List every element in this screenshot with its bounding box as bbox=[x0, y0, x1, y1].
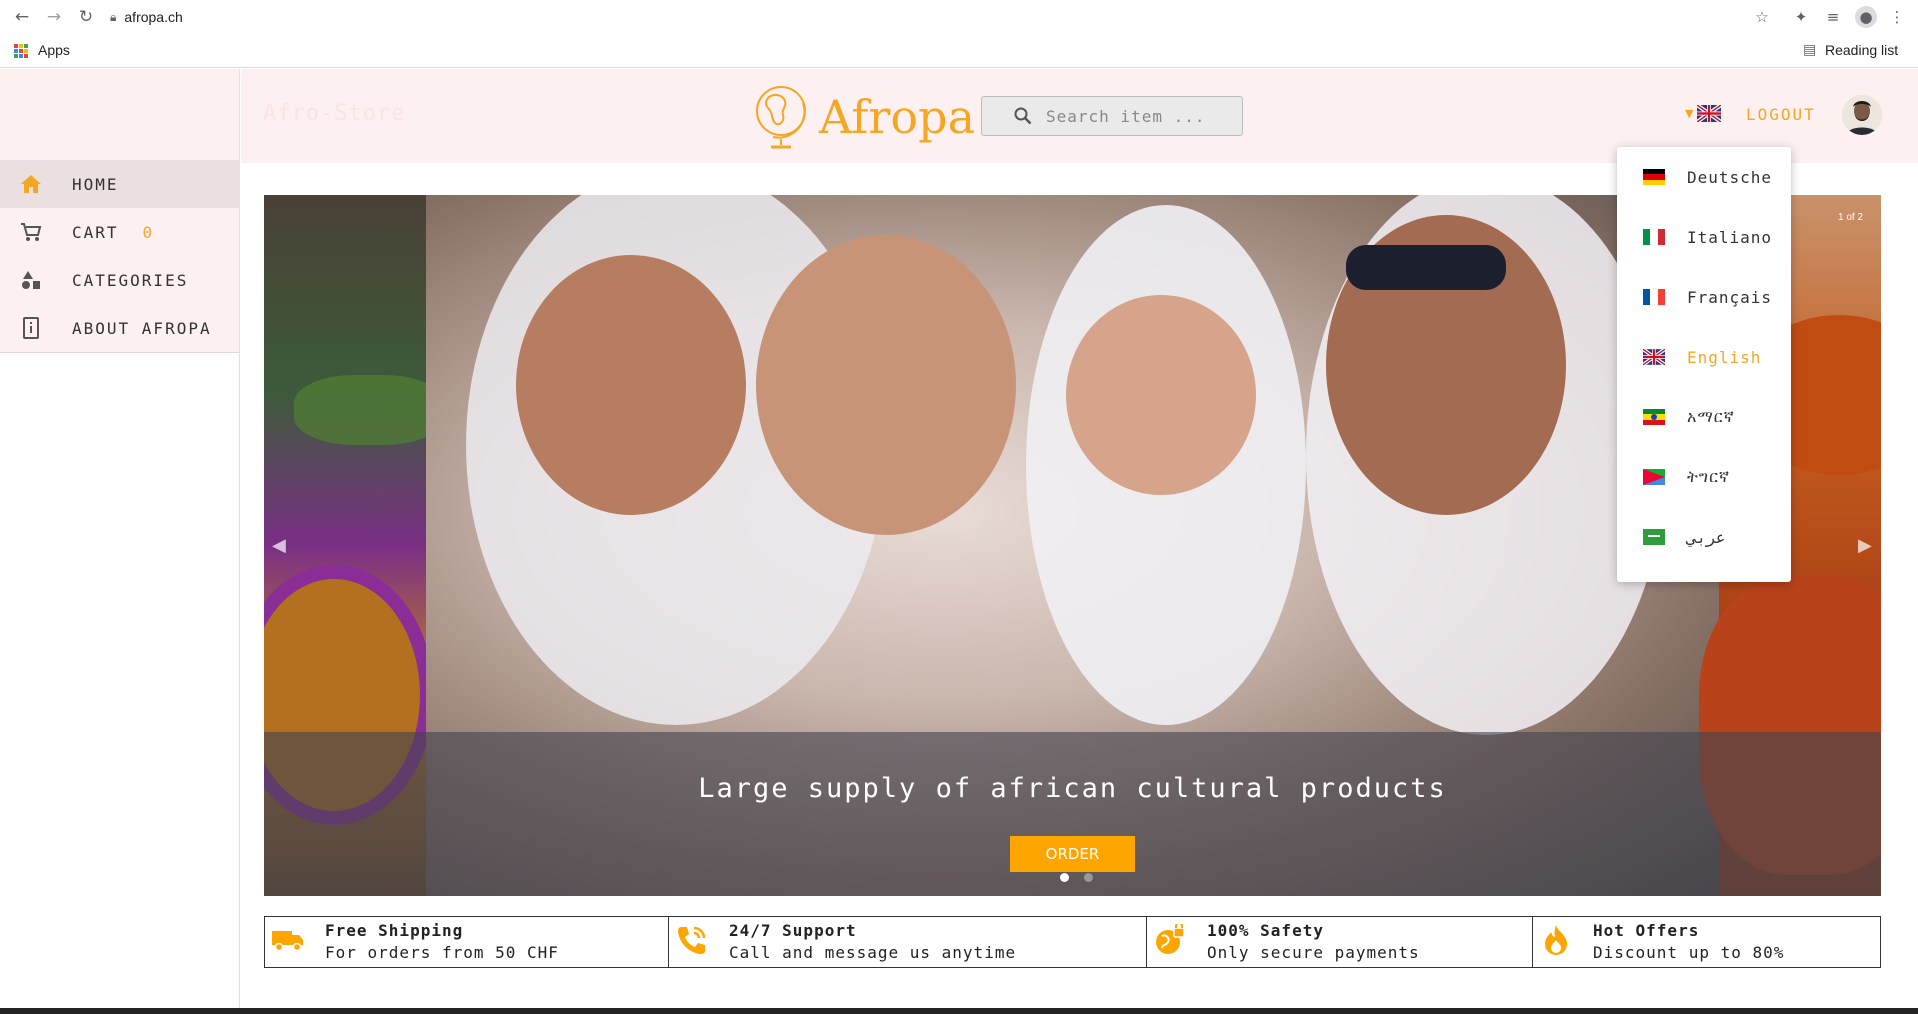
menu-icon[interactable]: ⋮ bbox=[1886, 6, 1908, 28]
logo-text: Afropa bbox=[819, 90, 975, 144]
flame-icon bbox=[1539, 923, 1573, 957]
bookmark-star-icon[interactable]: ☆ bbox=[1751, 6, 1773, 28]
sidebar: HOME CART 0 CATEGORIES ABOUT AFROPA bbox=[0, 69, 240, 1014]
feature-offers: Hot Offers Discount up to 80% bbox=[1533, 917, 1880, 967]
ethiopia-flag-icon bbox=[1643, 409, 1665, 425]
saudi-flag-icon bbox=[1643, 529, 1665, 545]
shapes-icon bbox=[18, 267, 44, 293]
secure-globe-icon bbox=[1153, 923, 1187, 957]
lang-label: Deutsche bbox=[1687, 167, 1773, 187]
italy-flag-icon bbox=[1643, 229, 1665, 245]
slide-counter: 1 of 2 bbox=[1838, 212, 1864, 223]
search-icon bbox=[1014, 107, 1032, 125]
url-text: afropa.ch bbox=[124, 9, 183, 25]
lang-label: English bbox=[1687, 347, 1762, 367]
info-icon bbox=[18, 315, 44, 341]
lang-label: አማርኛ bbox=[1687, 407, 1735, 426]
bottom-edge bbox=[0, 1008, 1918, 1014]
carousel-prev-icon[interactable]: ◀ bbox=[272, 535, 286, 556]
uk-flag-icon bbox=[1697, 105, 1722, 122]
cart-icon bbox=[18, 219, 44, 245]
carousel-dot-2[interactable] bbox=[1084, 873, 1093, 882]
lang-item-it[interactable]: Italiano bbox=[1617, 207, 1791, 267]
reading-list-icon[interactable]: ▤ bbox=[1803, 42, 1816, 58]
carousel-next-icon[interactable]: ▶ bbox=[1858, 535, 1872, 556]
avatar[interactable] bbox=[1842, 95, 1882, 135]
forward-icon[interactable]: → bbox=[42, 5, 66, 29]
user-avatar-icon bbox=[1842, 95, 1882, 135]
sidebar-item-label: ABOUT AFROPA bbox=[72, 318, 212, 338]
sidebar-header bbox=[0, 69, 239, 160]
address-bar[interactable]: 🔒︎ afropa.ch bbox=[110, 4, 1760, 30]
lang-item-am[interactable]: አማርኛ bbox=[1617, 387, 1791, 447]
back-icon[interactable]: ← bbox=[10, 5, 34, 29]
sidebar-item-label: CATEGORIES bbox=[72, 270, 189, 290]
lang-label: ትግርኛ bbox=[1687, 467, 1731, 486]
features-strip: Free Shipping For orders from 50 CHF 24/… bbox=[264, 916, 1881, 968]
reload-icon[interactable]: ↻ bbox=[74, 5, 98, 29]
brand-ghost-text: Afro-Store bbox=[263, 101, 406, 126]
apps-grid-icon[interactable] bbox=[14, 44, 28, 58]
feature-title: Free Shipping bbox=[325, 921, 464, 940]
lang-label: Italiano bbox=[1687, 227, 1773, 247]
sidebar-item-cart[interactable]: CART 0 bbox=[0, 208, 239, 256]
search-box[interactable]: Search item ... bbox=[981, 96, 1243, 136]
lang-label: عربي bbox=[1687, 527, 1726, 547]
feature-safety: 100% Safety Only secure payments bbox=[1147, 917, 1533, 967]
logout-button[interactable]: LOGOUT bbox=[1746, 105, 1816, 124]
sidebar-item-label: HOME bbox=[72, 174, 119, 194]
bookmarks-bar: Apps ▤ Reading list bbox=[0, 34, 1918, 68]
feature-subtitle: For orders from 50 CHF bbox=[325, 943, 559, 962]
lang-item-de[interactable]: Deutsche bbox=[1617, 147, 1791, 207]
lang-item-en[interactable]: English bbox=[1617, 327, 1791, 387]
extensions-icon[interactable]: ✦ bbox=[1790, 6, 1812, 28]
caret-down-icon: ▼ bbox=[1685, 107, 1694, 120]
carousel-dot-1[interactable] bbox=[1060, 873, 1069, 882]
truck-icon bbox=[271, 923, 305, 957]
phone-icon bbox=[675, 923, 709, 957]
feature-title: Hot Offers bbox=[1593, 921, 1700, 940]
lang-label: Français bbox=[1687, 287, 1773, 307]
lang-item-ar[interactable]: عربي bbox=[1617, 507, 1791, 567]
germany-flag-icon bbox=[1643, 169, 1665, 185]
france-flag-icon bbox=[1643, 289, 1665, 305]
eritrea-flag-icon bbox=[1643, 469, 1665, 485]
uk-flag-icon bbox=[1643, 349, 1665, 365]
apps-link[interactable]: Apps bbox=[38, 42, 70, 58]
sidebar-item-categories[interactable]: CATEGORIES bbox=[0, 256, 239, 304]
reading-list-link[interactable]: Reading list bbox=[1825, 42, 1898, 58]
media-icon[interactable]: ≡ bbox=[1822, 6, 1844, 28]
feature-title: 100% Safety bbox=[1207, 921, 1324, 940]
afropa-logo[interactable]: Afropa bbox=[753, 83, 975, 151]
sidebar-item-home[interactable]: HOME bbox=[0, 160, 239, 208]
feature-shipping: Free Shipping For orders from 50 CHF bbox=[265, 917, 669, 967]
lang-item-fr[interactable]: Français bbox=[1617, 267, 1791, 327]
globe-logo-icon bbox=[756, 86, 806, 149]
feature-subtitle: Call and message us anytime bbox=[729, 943, 1017, 962]
language-menu: Deutsche Italiano Français English አማርኛ … bbox=[1617, 147, 1791, 582]
sidebar-item-label: CART bbox=[72, 222, 119, 242]
feature-title: 24/7 Support bbox=[729, 921, 857, 940]
feature-subtitle: Only secure payments bbox=[1207, 943, 1420, 962]
search-input[interactable]: Search item ... bbox=[1046, 107, 1206, 126]
order-button[interactable]: ORDER bbox=[1010, 836, 1135, 872]
hero-caption: Large supply of african cultural product… bbox=[698, 773, 1447, 804]
feature-support: 24/7 Support Call and message us anytime bbox=[669, 917, 1147, 967]
cart-count-badge: 0 bbox=[142, 222, 155, 242]
home-icon bbox=[18, 171, 44, 197]
browser-toolbar: ← → ↻ 🔒︎ afropa.ch ☆ ✦ ≡ ● ⋮ bbox=[0, 0, 1918, 34]
language-toggle[interactable]: ▼ bbox=[1685, 105, 1722, 122]
profile-icon[interactable]: ● bbox=[1855, 6, 1877, 28]
feature-subtitle: Discount up to 80% bbox=[1593, 943, 1785, 962]
lock-icon: 🔒︎ bbox=[110, 9, 117, 24]
lang-item-ti[interactable]: ትግርኛ bbox=[1617, 447, 1791, 507]
sidebar-item-about[interactable]: ABOUT AFROPA bbox=[0, 304, 239, 352]
sidebar-nav: HOME CART 0 CATEGORIES ABOUT AFROPA bbox=[0, 160, 239, 353]
